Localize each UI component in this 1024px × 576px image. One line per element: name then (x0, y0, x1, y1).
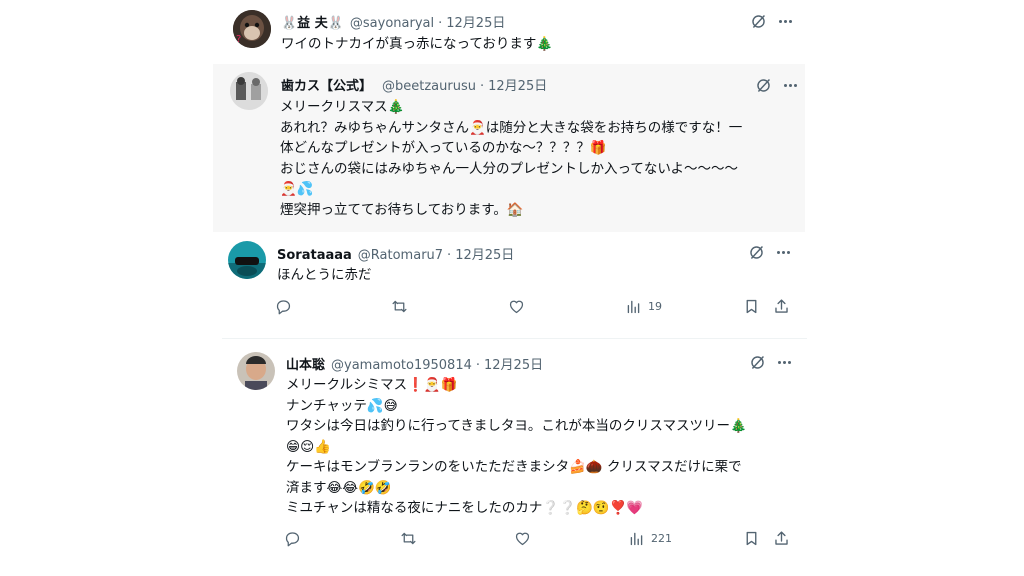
share-icon (775, 531, 788, 545)
grok-icon[interactable] (753, 75, 773, 95)
post-sayonaryal[interactable]: ? 🐰益 夫🐰 @sayonaryal · 12月25日 ワイのトナカイが真っ赤… (220, 0, 805, 64)
post-text: ほんとうに赤だ (277, 267, 372, 283)
avatar[interactable] (228, 241, 266, 279)
separator-dot: · (447, 248, 452, 263)
post-yamamoto1950814[interactable]: 山本聡 @yamamoto1950814 · 12月25日 メリークルシミマス❗… (222, 340, 807, 576)
user-handle[interactable]: @beetzaurusu (382, 79, 476, 94)
share-button[interactable] (773, 298, 790, 315)
grok-icon[interactable] (748, 11, 768, 31)
reply-icon (285, 532, 300, 547)
user-handle[interactable]: @Ratomaru7 (358, 248, 443, 263)
grok-icon[interactable] (747, 352, 767, 372)
bookmark-button[interactable] (743, 530, 760, 547)
more-icon[interactable] (775, 11, 795, 31)
views-count: 19 (648, 300, 662, 313)
more-icon[interactable] (774, 352, 794, 372)
display-name[interactable]: 歯カス【公式】 (281, 75, 372, 94)
user-handle[interactable]: @yamamoto1950814 (331, 358, 472, 373)
views-icon (627, 300, 640, 314)
avatar[interactable] (230, 72, 268, 110)
avatar[interactable] (237, 352, 275, 390)
share-button[interactable] (773, 530, 790, 547)
user-handle[interactable]: @sayonaryal (350, 16, 434, 31)
repost-button[interactable] (400, 530, 417, 547)
display-name[interactable]: 🐰益 夫🐰 (281, 12, 344, 31)
separator-dot: · (438, 16, 443, 31)
like-button[interactable] (514, 530, 531, 547)
reply-button[interactable] (284, 530, 301, 547)
post-text: メリークルシミマス❗🎅🎁 ナンチャッテ💦😅 ワタシは今日は釣りに行ってきましタヨ… (286, 377, 747, 516)
bookmark-icon (746, 299, 757, 314)
display-name[interactable]: Sorataaaa (277, 248, 352, 263)
repost-button[interactable] (391, 298, 408, 315)
like-icon (515, 532, 530, 546)
more-icon[interactable] (773, 242, 793, 262)
views-icon (630, 532, 643, 546)
bookmark-icon (746, 531, 757, 546)
post-text: ワイのトナカイが真っ赤になっております🎄 (281, 36, 554, 52)
more-icon[interactable] (780, 75, 800, 95)
views-count: 221 (651, 532, 672, 545)
avatar[interactable]: ? (233, 10, 271, 48)
post-date[interactable]: 12月25日 (488, 75, 547, 94)
post-date[interactable]: 12月25日 (484, 354, 543, 373)
like-button[interactable] (508, 298, 525, 315)
like-icon (509, 300, 524, 314)
share-icon (775, 299, 788, 313)
repost-icon (401, 532, 416, 545)
post-text: メリークリスマス🎄 あれれ？みゆちゃんサンタさん🎅は随分と大きな袋をお持ちの様で… (280, 99, 743, 218)
divider (222, 338, 807, 339)
separator-dot: · (480, 79, 485, 94)
svg-text:?: ? (236, 34, 241, 45)
post-ratomaru7[interactable]: Sorataaaa @Ratomaru7 · 12月25日 ほんとうに赤だ 19 (213, 232, 805, 332)
post-beetzaurusu[interactable]: 歯カス【公式】 @beetzaurusu · 12月25日 メリークリスマス🎄 … (213, 64, 805, 232)
reply-icon (276, 300, 291, 315)
post-date[interactable]: 12月25日 (446, 12, 505, 31)
reply-button[interactable] (275, 298, 292, 315)
grok-icon[interactable] (746, 242, 766, 262)
views-button[interactable]: 19 (625, 298, 662, 315)
views-button[interactable]: 221 (628, 530, 672, 547)
bookmark-button[interactable] (743, 298, 760, 315)
display-name[interactable]: 山本聡 (286, 354, 325, 373)
post-date[interactable]: 12月25日 (455, 244, 514, 263)
separator-dot: · (475, 358, 481, 373)
repost-icon (392, 300, 407, 313)
